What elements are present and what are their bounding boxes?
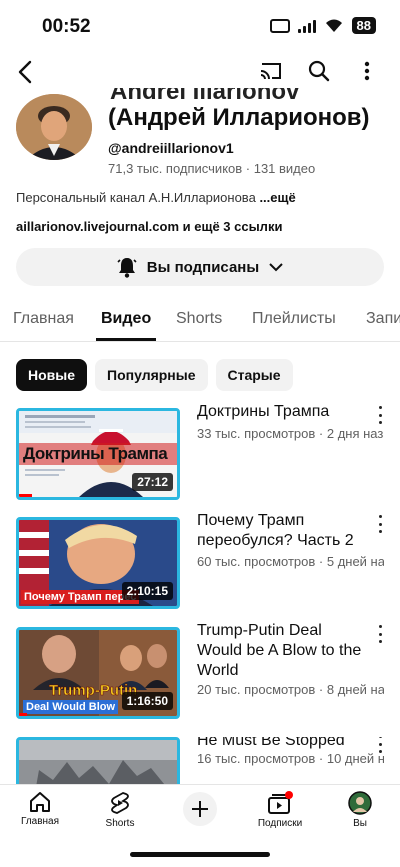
status-bar: 00:52 88 xyxy=(0,0,400,52)
bell-icon xyxy=(117,258,137,278)
active-tab-indicator xyxy=(96,338,156,341)
channel-links[interactable]: aillarionov.livejournal.com и ещё 3 ссыл… xyxy=(16,219,282,234)
video-duration: 27:12 xyxy=(132,473,173,491)
video-thumbnail[interactable] xyxy=(16,737,180,784)
battery-icon: 88 xyxy=(351,17,376,34)
channel-avatar xyxy=(16,94,92,160)
video-item[interactable]: He Must Be Stopped 16 тыс. просмотров · … xyxy=(16,737,384,784)
video-meta: 60 тыс. просмотров · 5 дней назад xyxy=(197,554,384,569)
search-button[interactable] xyxy=(306,58,332,84)
home-indicator xyxy=(130,852,270,857)
nav-subscriptions-label: Подписки xyxy=(257,818,303,829)
thumb-caption-left: Доктрины Трампа xyxy=(23,444,168,463)
chip-oldest[interactable]: Старые xyxy=(215,359,293,391)
channel-tabs: Главная Видео Shorts Плейлисты Запи xyxy=(0,300,400,342)
description-more[interactable]: ...ещё xyxy=(259,190,295,205)
chevron-down-icon xyxy=(269,263,283,272)
wifi-icon xyxy=(325,19,342,32)
video-more-button[interactable] xyxy=(376,406,384,424)
home-icon xyxy=(30,792,50,812)
more-vert-icon xyxy=(364,61,370,81)
sort-chips: Новые Популярные Старые xyxy=(16,359,293,391)
subscribed-button[interactable]: Вы подписаны xyxy=(16,248,384,286)
bottom-navigation: Главная Shorts Подписки Вы xyxy=(0,784,400,834)
video-meta: 20 тыс. просмотров · 8 дней назад xyxy=(197,682,384,697)
video-title[interactable]: He Must Be Stopped xyxy=(197,737,367,751)
channel-stats: 71,3 тыс. подписчиков · 131 видео xyxy=(108,161,316,176)
nav-shorts[interactable]: Shorts xyxy=(88,791,152,829)
chip-newest[interactable]: Новые xyxy=(16,359,88,391)
video-meta: 33 тыс. просмотров · 2 дня назад xyxy=(197,426,384,441)
tab-home[interactable]: Главная xyxy=(13,310,74,328)
video-title[interactable]: Почему Трамп переобулся? Часть 2 xyxy=(197,511,367,551)
video-more-button[interactable] xyxy=(376,515,384,533)
shorts-icon xyxy=(111,792,129,814)
tab-playlists[interactable]: Плейлисты xyxy=(252,310,336,328)
more-options-button[interactable] xyxy=(354,58,380,84)
plus-icon xyxy=(183,792,217,826)
channel-description[interactable]: Персональный канал А.Н.Илларионова ...ещ… xyxy=(16,190,296,205)
subscriptions-icon xyxy=(268,791,293,814)
back-arrow-icon[interactable] xyxy=(14,58,38,86)
top-app-bar xyxy=(0,52,400,92)
chip-popular[interactable]: Популярные xyxy=(95,359,208,391)
search-icon xyxy=(308,60,330,82)
video-item[interactable]: Trump-Putin Deal Would Blow 1:16:50 Trum… xyxy=(16,622,384,719)
video-thumbnail[interactable]: Почему Трамп перес 2:10:15 xyxy=(16,517,180,609)
status-icons: 88 xyxy=(269,17,376,34)
subscribed-label: Вы подписаны xyxy=(146,258,260,276)
cast-button[interactable] xyxy=(258,58,284,84)
nav-you-label: Вы xyxy=(353,818,367,829)
nav-shorts-label: Shorts xyxy=(105,818,135,829)
tab-videos[interactable]: Видео xyxy=(101,310,151,328)
tab-posts[interactable]: Запи xyxy=(366,310,400,328)
video-title[interactable]: Trump-Putin Deal Would be A Blow to the … xyxy=(197,621,367,681)
channel-handle: @andreiillarionov1 xyxy=(108,140,234,156)
status-time: 00:52 xyxy=(42,16,91,37)
nav-home[interactable]: Главная xyxy=(8,791,72,827)
tab-shorts[interactable]: Shorts xyxy=(176,310,222,328)
watch-progress-bar xyxy=(19,494,32,497)
video-item[interactable]: Доктрины Трампа 27:12 Доктрины Трампа 33… xyxy=(16,403,384,500)
video-thumbnail[interactable]: Trump-Putin Deal Would Blow 1:16:50 xyxy=(16,627,180,719)
nav-you[interactable]: Вы xyxy=(328,791,392,829)
video-more-button[interactable] xyxy=(376,737,384,753)
profile-avatar-icon xyxy=(348,791,372,815)
video-meta: 16 тыс. просмотров · 10 дней назад xyxy=(197,751,384,766)
cast-status-icon xyxy=(269,18,290,33)
watch-progress-bar xyxy=(19,713,27,716)
cast-icon xyxy=(260,63,281,80)
thumb-caption-2: Deal Would Blow xyxy=(23,700,119,714)
nav-create[interactable] xyxy=(168,791,232,827)
signal-icon xyxy=(297,19,316,33)
channel-name: (Андрей Илларионов) xyxy=(108,104,370,131)
video-thumbnail[interactable]: Доктрины Трампа 27:12 xyxy=(16,408,180,500)
video-duration: 2:10:15 xyxy=(121,582,173,600)
nav-home-label: Главная xyxy=(20,816,60,827)
nav-subscriptions[interactable]: Подписки xyxy=(248,791,312,829)
video-title[interactable]: Доктрины Трампа xyxy=(197,402,367,422)
video-duration: 1:16:50 xyxy=(121,692,173,710)
video-item[interactable]: Почему Трамп перес 2:10:15 Почему Трамп … xyxy=(16,512,384,609)
video-more-button[interactable] xyxy=(376,625,384,643)
description-text: Персональный канал А.Н.Илларионова xyxy=(16,190,256,205)
